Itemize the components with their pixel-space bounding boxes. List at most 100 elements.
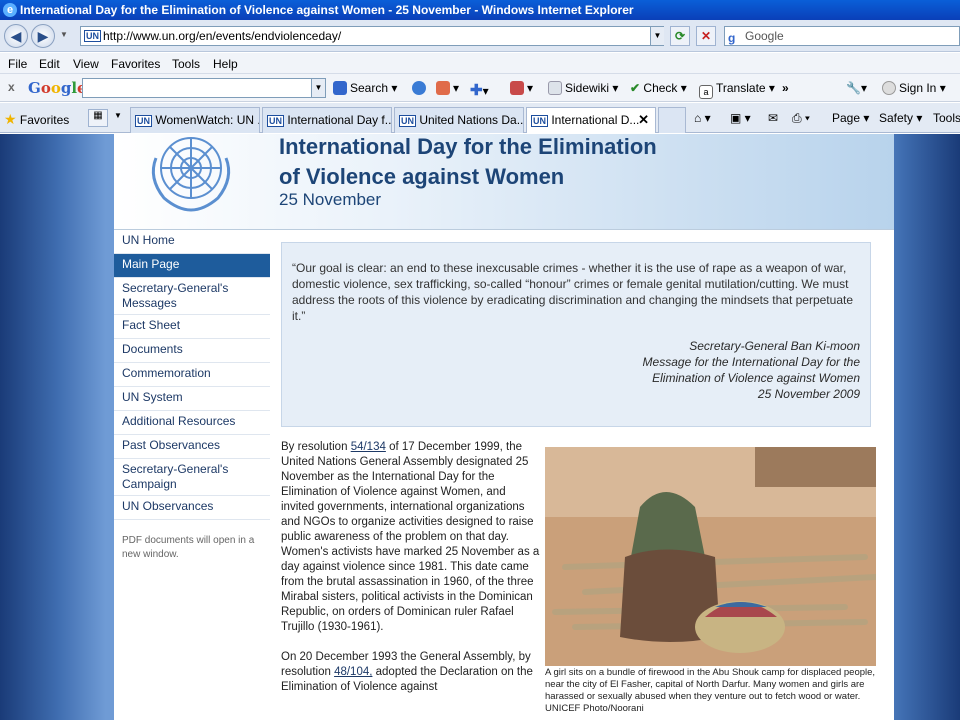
address-input[interactable]: UN http://www.un.org/en/events/endviolen… [80,26,664,46]
search-input[interactable]: g Google [724,26,960,46]
quote-box: “Our goal is clear: an end to these inex… [281,242,871,427]
google-search-button[interactable]: Search ▾ [333,81,397,95]
mail-icon[interactable]: ✉ [768,111,778,125]
quote-attribution: Secretary-General Ban Ki-moon Message fo… [292,338,860,402]
resolution-48-104-link[interactable]: 48/104, [334,666,372,678]
spellcheck-button[interactable]: ✔ Check ▾ [630,81,687,95]
close-toolbar-icon[interactable]: x [8,80,15,94]
stop-icon[interactable]: ✕ [696,26,716,46]
new-tab-button[interactable] [658,107,686,133]
feature-photo [545,447,876,666]
resolution-54-134-link[interactable]: 54/134 [351,441,386,453]
sidebar-item-past-observances[interactable]: Past Observances [114,435,270,459]
page-date: 25 November [279,190,382,209]
page-menu-button[interactable]: Page ▾ [832,111,869,125]
menu-view[interactable]: View [73,57,99,71]
un-favicon-icon: UN [531,115,548,127]
wrench-icon[interactable]: 🔧▾ [846,81,867,95]
window-title: International Day for the Elimination of… [20,3,634,17]
check-icon: ✔ [630,81,641,95]
history-dropdown-icon[interactable]: ▼ [60,30,68,39]
back-button[interactable]: ◀ [4,24,28,48]
site-favicon-icon: UN [84,30,101,42]
quote-source-line1: Message for the International Day for th… [642,355,860,369]
tab-womenwatch[interactable]: UN WomenWatch: UN ... [130,107,260,133]
tab-list-dropdown-icon[interactable]: ▼ [114,111,122,120]
sidebar-item-fact-sheet[interactable]: Fact Sheet [114,315,270,339]
user-icon [882,81,896,95]
photo-caption: A girl sits on a bundle of firewood in t… [545,667,876,714]
bookmarks-icon[interactable]: ▾ [436,81,459,95]
girl-on-firewood-image [545,447,876,666]
tab-international-day-active[interactable]: UN International D... ✕ [526,107,656,133]
translate-icon: a [699,85,713,99]
quick-tabs-icon[interactable]: ▦ [88,109,108,127]
quote-text: “Our goal is clear: an end to these inex… [292,261,853,323]
sidebar-item-un-observances[interactable]: UN Observances [114,496,270,520]
globe-icon[interactable] [412,81,429,95]
quote-source-line2: Elimination of Violence against Women [652,371,860,385]
menu-help[interactable]: Help [213,57,238,71]
tab-united-nations-day[interactable]: UN United Nations Da... [394,107,524,133]
sidebar-item-documents[interactable]: Documents [114,339,270,363]
quote-author: Secretary-General Ban Ki-moon [689,339,860,353]
menu-edit[interactable]: Edit [39,57,60,71]
address-dropdown-icon[interactable]: ▼ [650,27,664,45]
url-text: http://www.un.org/en/events/endviolenced… [103,29,342,43]
menu-bar: File Edit View Favorites Tools Help [0,53,960,74]
sidewiki-icon [548,81,562,95]
page-title: International Day for the Elimination of… [279,134,657,189]
sidebar-item-additional-resources[interactable]: Additional Resources [114,411,270,435]
article-paragraph: On 20 December 1993 the General Assembly… [281,651,533,693]
sidebar-nav: UN Home Main Page Secretary-General's Me… [114,230,270,720]
un-favicon-icon: UN [135,115,152,127]
google-logo: Google [28,79,87,97]
tools-menu-button[interactable]: Tools [933,111,960,125]
home-icon[interactable]: ⌂ ▾ [694,111,711,125]
search-placeholder: Google [745,29,784,43]
google-search-input[interactable]: ▼ [82,78,326,98]
popup-blocker-icon[interactable]: ▾ [510,81,533,95]
sidebar-item-sg-campaign[interactable]: Secretary-General's Campaign [114,459,270,496]
refresh-icon[interactable]: ⟳ [670,26,690,46]
safety-menu-button[interactable]: Safety ▾ [879,111,922,125]
sidebar-item-commemoration[interactable]: Commemoration [114,363,270,387]
star-icon: ★ [4,111,17,127]
translate-button[interactable]: a Translate ▾ [699,81,775,99]
forward-button[interactable]: ▶ [31,24,55,48]
sidebar-item-sg-messages[interactable]: Secretary-General's Messages [114,278,270,315]
close-tab-icon[interactable]: ✕ [638,108,649,132]
tab-bar: ★ Favorites ▦ ▼ UN WomenWatch: UN ... UN… [0,103,960,133]
feeds-icon[interactable]: ▣ ▾ [730,111,751,125]
un-favicon-icon: UN [399,115,416,127]
quote-source-date: 25 November 2009 [757,387,860,401]
ie-logo-icon: e [3,3,17,17]
favorites-button[interactable]: ★ Favorites [4,111,69,128]
page-banner: International Day for the Elimination of… [114,134,894,230]
sidewiki-button[interactable]: Sidewiki ▾ [548,81,618,95]
pdf-note: PDF documents will open in a new window. [122,535,255,560]
sidebar-item-main-page[interactable]: Main Page [114,254,270,278]
address-bar-row: ◀ ▶ ▼ UN http://www.un.org/en/events/end… [0,20,960,52]
google-search-provider-icon: g [728,31,736,45]
article-body: By resolution 54/134 of 17 December 1999… [281,440,541,710]
more-tools-button[interactable]: » [782,81,789,95]
sign-in-button[interactable]: Sign In ▾ [882,81,946,95]
browser-viewport: International Day for the Elimination of… [0,134,960,720]
google-search-dropdown-icon[interactable]: ▼ [311,79,325,97]
menu-favorites[interactable]: Favorites [111,57,160,71]
menu-file[interactable]: File [8,57,27,71]
tab-international-day-1[interactable]: UN International Day f... [262,107,392,133]
sidebar-item-un-system[interactable]: UN System [114,387,270,411]
window-titlebar: e International Day for the Elimination … [0,0,960,20]
plus-icon[interactable]: ✚▾ [470,81,489,99]
web-page: International Day for the Elimination of… [114,134,894,720]
print-icon[interactable]: ⎙ ▾ [792,111,810,126]
google-toolbar: x Google ▼ Search ▾ ▾ ✚▾ ▾ Sidewiki ▾ ✔ … [0,74,960,102]
sidebar-item-un-home[interactable]: UN Home [114,230,270,254]
un-favicon-icon: UN [267,115,284,127]
article-paragraph: By resolution 54/134 of 17 December 1999… [281,441,540,633]
menu-tools[interactable]: Tools [172,57,200,71]
google-g-icon [333,81,347,95]
un-emblem-icon [151,137,231,212]
